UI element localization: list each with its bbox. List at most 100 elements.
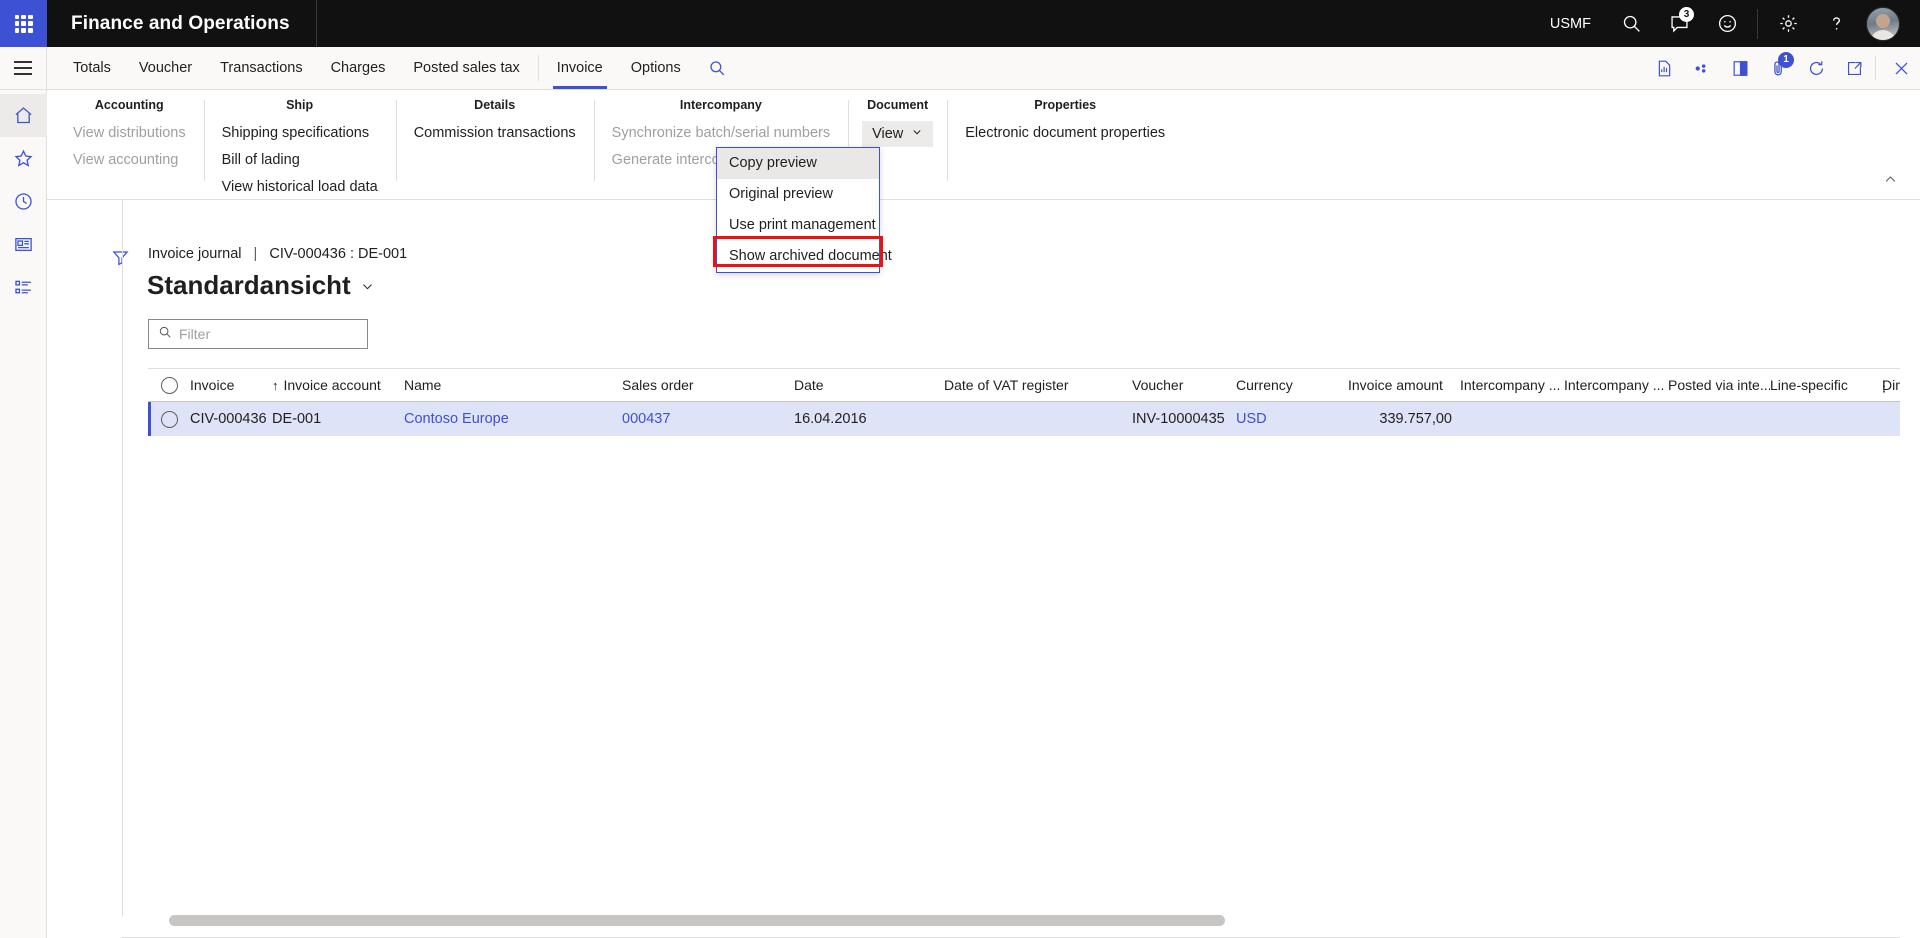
cell-name[interactable]: Contoso Europe [404, 411, 622, 427]
ribbon-item-electronic-document-properties[interactable]: Electronic document properties [961, 121, 1169, 145]
ribbon-item-view-historical-load-data[interactable]: View historical load data [218, 175, 382, 199]
popout-window-icon[interactable] [1835, 47, 1873, 89]
view-dropdown-menu: Copy preview Original preview Use print ma… [716, 147, 892, 273]
recent-clock-icon[interactable] [0, 180, 47, 223]
tab-totals[interactable]: Totals [59, 47, 125, 89]
chevron-up-icon[interactable] [1876, 167, 1904, 191]
close-icon[interactable] [1882, 47, 1920, 89]
breadcrumb-root[interactable]: Invoice journal [148, 246, 242, 262]
ribbon-group-items: View distributions View accounting [69, 121, 190, 172]
column-header-name[interactable]: Name [404, 377, 622, 393]
ribbon-item-bill-of-lading[interactable]: Bill of lading [218, 148, 382, 172]
column-header-invoice-amount[interactable]: Invoice amount [1348, 377, 1460, 393]
search-input[interactable] [179, 326, 358, 342]
row-select-circle[interactable] [160, 376, 178, 394]
ribbon-group-items: Commission transactions [410, 121, 580, 145]
favorites-star-icon[interactable] [0, 137, 47, 180]
menu-item-use-print-management[interactable]: Use print management [717, 210, 879, 241]
ribbon-item-commission-transactions[interactable]: Commission transactions [410, 121, 580, 145]
cell-voucher: INV-10000435 [1132, 411, 1225, 427]
chevron-down-icon[interactable] [911, 124, 923, 144]
attachments-badge: 1 [1778, 52, 1794, 68]
column-header-intercompany-[interactable]: Intercompany ... [1564, 377, 1668, 393]
chevron-down-icon[interactable] [360, 270, 375, 301]
breadcrumb-current: CIV-000436 : DE-001 [269, 246, 408, 262]
column-header-label: Intercompany ... [1460, 377, 1561, 393]
company-selector[interactable]: USMF [1534, 16, 1607, 32]
column-header-label: Intercompany ... [1564, 377, 1665, 393]
related-information-icon[interactable] [1683, 47, 1721, 89]
row-select-circle[interactable] [160, 410, 178, 428]
app-launcher-icon[interactable] [0, 0, 47, 47]
filter-input-wrapper[interactable] [148, 319, 368, 349]
app-launcher-grid [14, 14, 33, 33]
column-header-line-specific[interactable]: Line-specific [1770, 377, 1882, 393]
ribbon-group-items: View [862, 121, 934, 147]
column-header-intercompany-[interactable]: Intercompany ... [1460, 377, 1564, 393]
cell-currency[interactable]: USD [1236, 411, 1348, 427]
ribbon-item-label: Synchronize batch/serial numbers [611, 125, 831, 141]
column-header-sales-order[interactable]: Sales order [622, 377, 794, 393]
notifications-icon[interactable]: 3 [1655, 0, 1703, 47]
column-header-currency[interactable]: Currency [1236, 377, 1348, 393]
grid-rows: CIV-000436 DE-001 Contoso Europe 000437 16.0… [148, 402, 1900, 436]
column-header-label: Date [794, 377, 824, 393]
ribbon-group-title: Details [474, 98, 516, 112]
search-icon [158, 325, 172, 344]
tab-charges[interactable]: Charges [317, 47, 400, 89]
refresh-icon[interactable] [1797, 47, 1835, 89]
ribbon-group-title: Intercompany [679, 98, 762, 112]
column-header-date[interactable]: Date [794, 377, 944, 393]
menu-item-show-archived-document[interactable]: Show archived document [717, 241, 892, 272]
tabbar-spacer [739, 47, 1645, 89]
ribbon-item-label: Commission transactions [413, 125, 576, 141]
search-icon[interactable] [1607, 0, 1655, 47]
app-title[interactable]: Finance and Operations [47, 0, 317, 47]
select-all-cell [148, 376, 190, 394]
cell-invoice-account: DE-001 [272, 411, 322, 427]
ribbon-item-view[interactable]: View [862, 121, 934, 147]
ribbon-group-ship: Ship Shipping specifications Bill of ladin… [203, 90, 396, 199]
hamburger-menu-icon[interactable] [0, 47, 47, 89]
tab-options[interactable]: Options [617, 47, 695, 89]
horizontal-scrollbar[interactable] [169, 915, 1900, 926]
header-divider [1757, 8, 1758, 39]
ribbon-item-shipping-specifications[interactable]: Shipping specifications [218, 121, 382, 145]
page-title-text: Standardansicht [147, 270, 351, 300]
page-title[interactable]: Standardansicht [123, 262, 1900, 301]
column-options-icon[interactable]: ⋮ [1874, 369, 1894, 403]
tab-search-icon[interactable] [695, 47, 739, 89]
scrollbar-thumb[interactable] [169, 915, 1225, 926]
ribbon-group-items: Shipping specifications Bill of lading Vie… [218, 121, 382, 199]
ribbon-group-title: Properties [1034, 98, 1097, 112]
avatar[interactable] [1866, 6, 1900, 41]
question-help-icon[interactable] [1812, 0, 1860, 47]
column-header-posted-via-inte-[interactable]: Posted via inte... [1668, 377, 1770, 393]
gear-icon[interactable] [1764, 0, 1812, 47]
home-icon[interactable] [0, 94, 47, 137]
ribbon-item-label: View accounting [73, 152, 179, 168]
column-header-date-of-vat-register[interactable]: Date of VAT register [944, 377, 1132, 393]
column-header-invoice-account[interactable]: ↑ Invoice account [272, 377, 404, 393]
column-header-invoice[interactable]: Invoice [190, 377, 272, 393]
attachments-icon[interactable]: 1 [1759, 47, 1797, 89]
ribbon-group-details: Details Commission transactions [395, 90, 594, 199]
menu-item-original-preview[interactable]: Original preview [717, 179, 879, 210]
ribbon-item-synchronize-batch-serial-numbers: Synchronize batch/serial numbers [608, 121, 834, 145]
workspaces-icon[interactable] [0, 223, 47, 266]
tab-invoice[interactable]: Invoice [543, 47, 617, 89]
modules-list-icon[interactable] [0, 266, 47, 309]
column-header-label: Invoice [190, 377, 235, 393]
cell-sales-order[interactable]: 000437 [622, 411, 794, 427]
smiley-feedback-icon[interactable] [1703, 0, 1751, 47]
tab-voucher[interactable]: Voucher [125, 47, 206, 89]
report-icon[interactable] [1645, 47, 1683, 89]
ribbon-group-accounting: Accounting View distributions View account… [55, 90, 204, 199]
menu-item-copy-preview[interactable]: Copy preview [717, 148, 879, 179]
breadcrumb-separator: | [253, 246, 258, 262]
open-pane-icon[interactable] [1721, 47, 1759, 89]
tab-transactions[interactable]: Transactions [206, 47, 316, 89]
tab-posted-sales-tax[interactable]: Posted sales tax [399, 47, 533, 89]
table-row[interactable]: CIV-000436 DE-001 Contoso Europe 000437 16.0… [148, 402, 1900, 436]
column-header-voucher[interactable]: Voucher [1132, 377, 1236, 393]
